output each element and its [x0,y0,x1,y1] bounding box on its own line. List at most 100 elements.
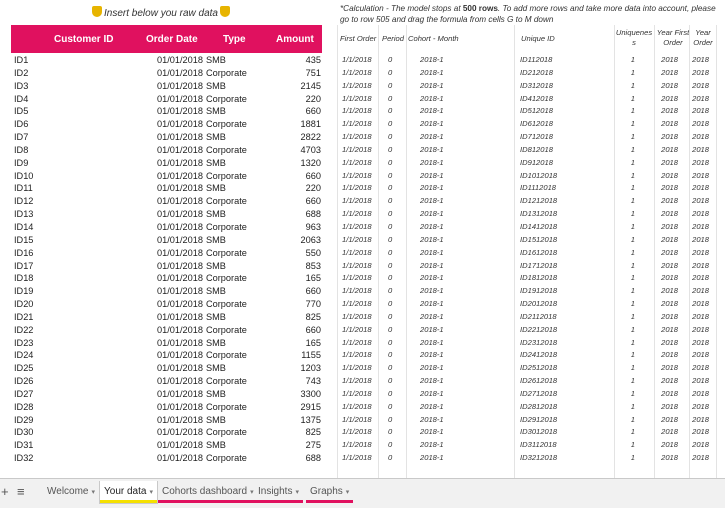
first-order-cell[interactable]: 1/1/2018 [342,311,372,324]
uniqueness-cell[interactable]: 1 [631,170,635,183]
order-date-cell[interactable]: 01/01/2018 [157,157,203,170]
amount-cell[interactable]: 2822 [301,131,321,144]
year-first-order-cell[interactable]: 2018 [661,118,678,131]
cohort-cell[interactable]: 2018-1 [420,195,444,208]
year-first-order-cell[interactable]: 2018 [661,221,678,234]
amount-cell[interactable]: 1155 [301,349,321,362]
cohort-cell[interactable]: 2018-1 [420,208,444,221]
year-order-cell[interactable]: 2018 [692,118,709,131]
year-first-order-cell[interactable]: 2018 [661,401,678,414]
order-date-cell[interactable]: 01/01/2018 [157,208,203,221]
amount-cell[interactable]: 825 [306,426,321,439]
uniqueness-cell[interactable]: 1 [631,349,635,362]
customer-id-cell[interactable]: ID19 [14,285,33,298]
period-cell[interactable]: 0 [388,234,392,247]
type-cell[interactable]: Corporate [206,452,247,465]
order-date-cell[interactable]: 01/01/2018 [157,414,203,427]
uniqueness-cell[interactable]: 1 [631,439,635,452]
year-first-order-cell[interactable]: 2018 [661,414,678,427]
year-order-cell[interactable]: 2018 [692,80,709,93]
first-order-cell[interactable]: 1/1/2018 [342,439,372,452]
customer-id-cell[interactable]: ID4 [14,93,28,106]
year-order-cell[interactable]: 2018 [692,54,709,67]
unique-id-cell[interactable]: ID2612018 [520,375,557,388]
cohort-cell[interactable]: 2018-1 [420,170,444,183]
unique-id-cell[interactable]: ID612018 [520,118,553,131]
cohort-cell[interactable]: 2018-1 [420,144,444,157]
unique-id-cell[interactable]: ID1012018 [520,170,557,183]
period-cell[interactable]: 0 [388,93,392,106]
year-first-order-cell[interactable]: 2018 [661,452,678,465]
amount-cell[interactable]: 2915 [301,401,321,414]
order-date-cell[interactable]: 01/01/2018 [157,324,203,337]
first-order-cell[interactable]: 1/1/2018 [342,195,372,208]
cohort-cell[interactable]: 2018-1 [420,260,444,273]
order-date-cell[interactable]: 01/01/2018 [157,401,203,414]
first-order-cell[interactable]: 1/1/2018 [342,157,372,170]
cohort-cell[interactable]: 2018-1 [420,67,444,80]
uniqueness-cell[interactable]: 1 [631,221,635,234]
amount-cell[interactable]: 963 [306,221,321,234]
first-order-cell[interactable]: 1/1/2018 [342,426,372,439]
period-cell[interactable]: 0 [388,260,392,273]
customer-id-cell[interactable]: ID7 [14,131,28,144]
first-order-cell[interactable]: 1/1/2018 [342,234,372,247]
year-order-cell[interactable]: 2018 [692,208,709,221]
customer-id-cell[interactable]: ID22 [14,324,33,337]
year-order-cell[interactable]: 2018 [692,272,709,285]
cohort-cell[interactable]: 2018-1 [420,182,444,195]
uniqueness-cell[interactable]: 1 [631,118,635,131]
cohort-cell[interactable]: 2018-1 [420,272,444,285]
amount-cell[interactable]: 770 [306,298,321,311]
type-cell[interactable]: SMB [206,131,226,144]
period-cell[interactable]: 0 [388,80,392,93]
year-order-cell[interactable]: 2018 [692,131,709,144]
first-order-cell[interactable]: 1/1/2018 [342,221,372,234]
year-order-cell[interactable]: 2018 [692,105,709,118]
period-cell[interactable]: 0 [388,195,392,208]
customer-id-cell[interactable]: ID29 [14,414,33,427]
customer-id-cell[interactable]: ID18 [14,272,33,285]
year-order-cell[interactable]: 2018 [692,324,709,337]
order-date-cell[interactable]: 01/01/2018 [157,285,203,298]
unique-id-cell[interactable]: ID512018 [520,105,553,118]
amount-cell[interactable]: 1881 [301,118,321,131]
cohort-cell[interactable]: 2018-1 [420,234,444,247]
unique-id-cell[interactable]: ID2912018 [520,414,557,427]
cohort-cell[interactable]: 2018-1 [420,452,444,465]
customer-id-cell[interactable]: ID2 [14,67,28,80]
amount-cell[interactable]: 3300 [301,388,321,401]
first-order-cell[interactable]: 1/1/2018 [342,452,372,465]
first-order-cell[interactable]: 1/1/2018 [342,260,372,273]
customer-id-cell[interactable]: ID10 [14,170,33,183]
order-date-cell[interactable]: 01/01/2018 [157,439,203,452]
uniqueness-cell[interactable]: 1 [631,105,635,118]
customer-id-cell[interactable]: ID8 [14,144,28,157]
uniqueness-cell[interactable]: 1 [631,131,635,144]
type-cell[interactable]: SMB [206,105,226,118]
uniqueness-cell[interactable]: 1 [631,388,635,401]
period-cell[interactable]: 0 [388,401,392,414]
uniqueness-cell[interactable]: 1 [631,157,635,170]
type-cell[interactable]: Corporate [206,170,247,183]
chevron-down-icon[interactable]: ▾ [92,489,96,496]
type-cell[interactable]: SMB [206,439,226,452]
unique-id-cell[interactable]: ID2512018 [520,362,557,375]
uniqueness-cell[interactable]: 1 [631,80,635,93]
period-cell[interactable]: 0 [388,144,392,157]
year-first-order-cell[interactable]: 2018 [661,54,678,67]
sheet-tab[interactable]: Insights ▾ [253,481,304,504]
type-cell[interactable]: SMB [206,234,226,247]
year-first-order-cell[interactable]: 2018 [661,285,678,298]
cohort-cell[interactable]: 2018-1 [420,93,444,106]
period-cell[interactable]: 0 [388,324,392,337]
unique-id-cell[interactable]: ID2012018 [520,298,557,311]
first-order-cell[interactable]: 1/1/2018 [342,247,372,260]
year-order-cell[interactable]: 2018 [692,67,709,80]
customer-id-cell[interactable]: ID5 [14,105,28,118]
amount-cell[interactable]: 2145 [301,80,321,93]
year-order-cell[interactable]: 2018 [692,260,709,273]
order-date-cell[interactable]: 01/01/2018 [157,67,203,80]
year-order-cell[interactable]: 2018 [692,414,709,427]
year-order-cell[interactable]: 2018 [692,221,709,234]
